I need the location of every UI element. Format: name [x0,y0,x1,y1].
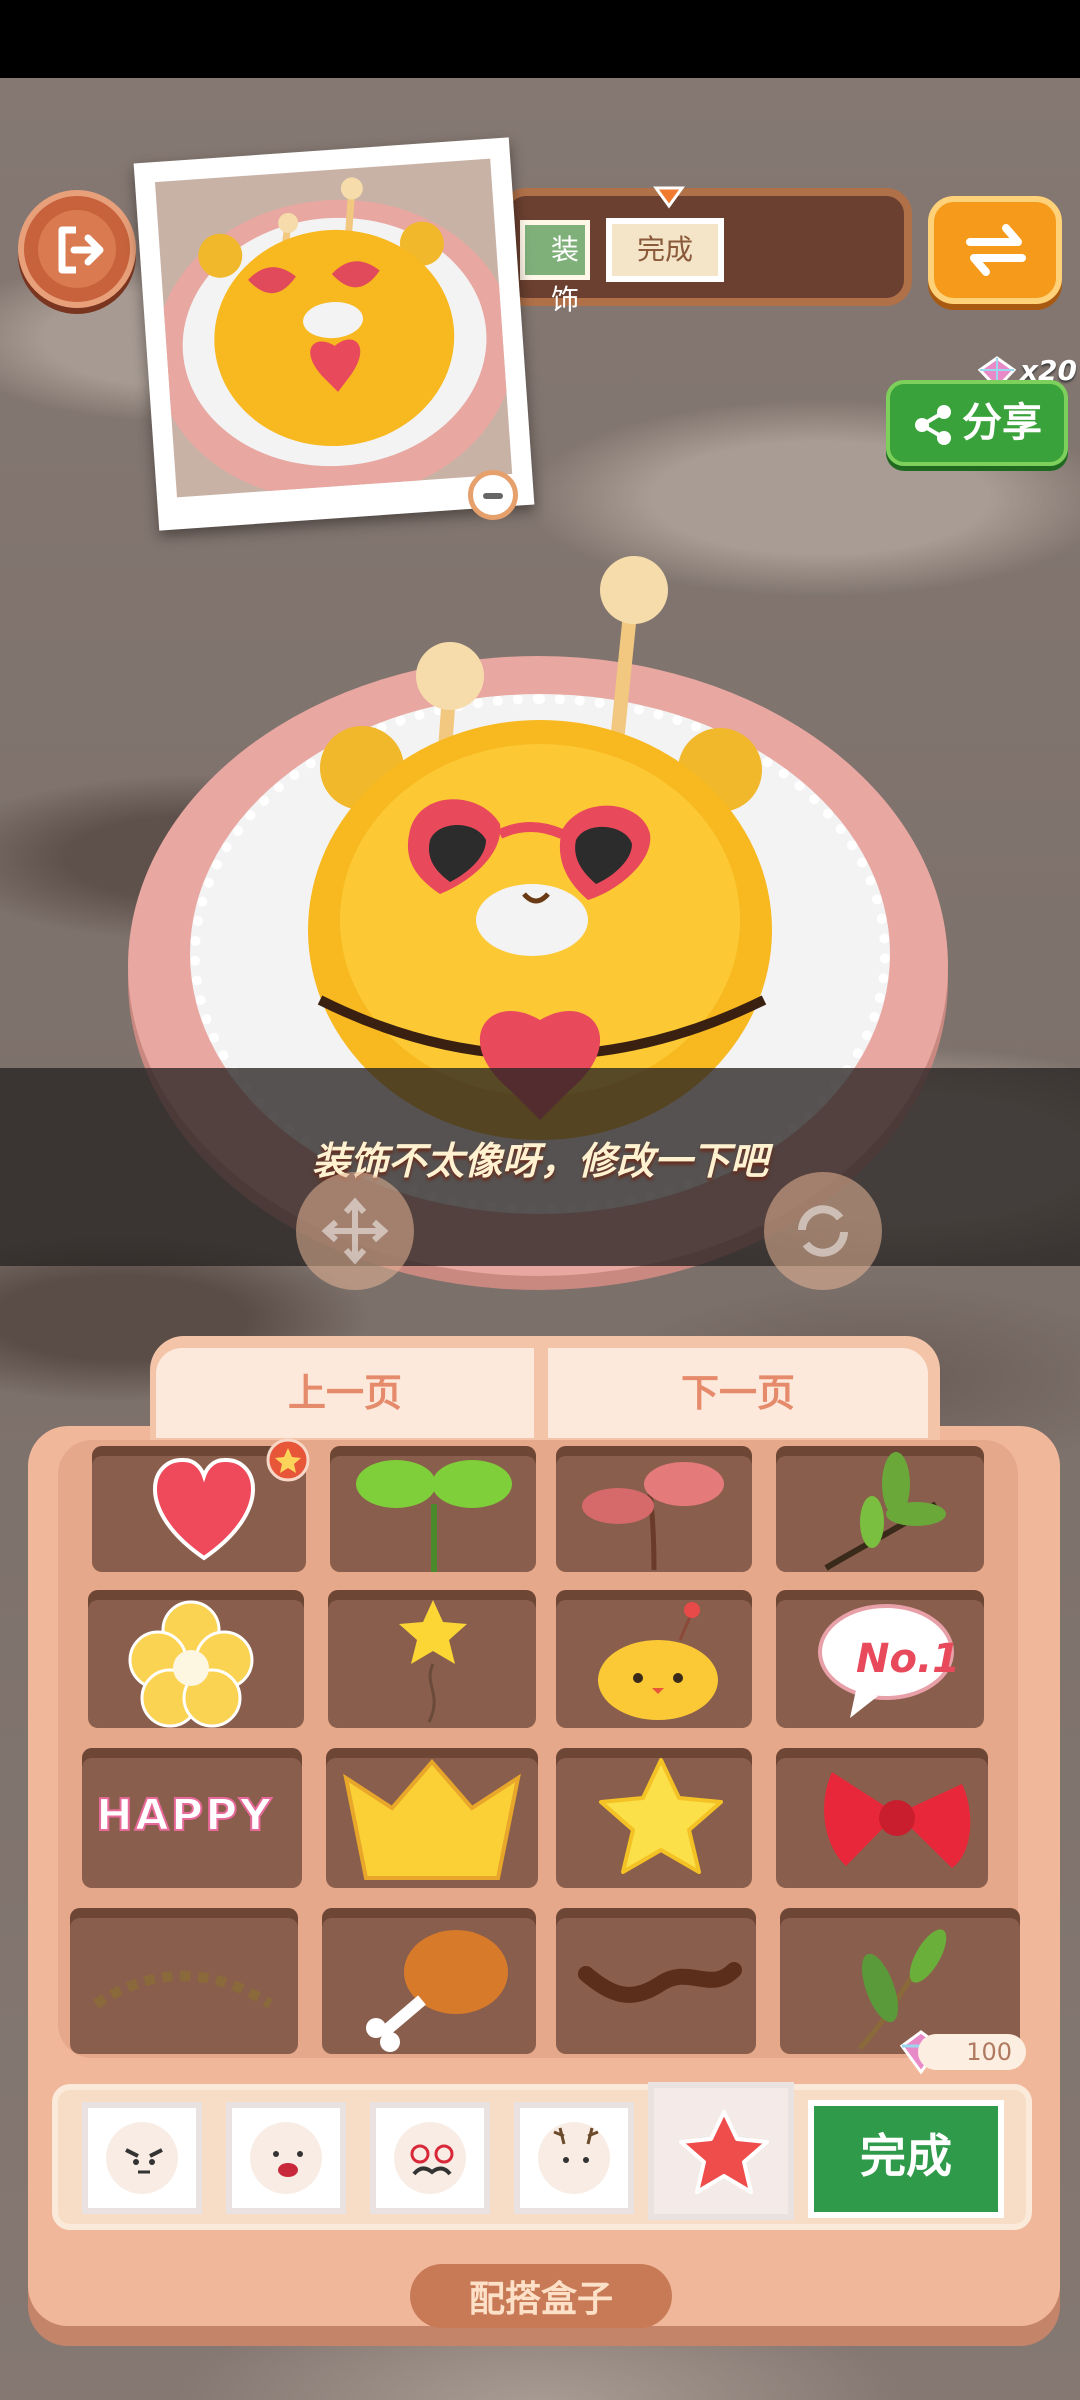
item-cell-chick[interactable] [556,1590,752,1728]
item-price: 100 [918,2034,1026,2070]
share-button[interactable]: 分享 [886,380,1068,466]
applied-face-antlers[interactable] [514,2102,634,2214]
rotate-icon [798,1205,848,1257]
left-antenna-ball [416,642,484,710]
red-star-icon [679,2110,769,2194]
applied-face-mustache[interactable] [370,2102,490,2214]
item-cell-star-balloon[interactable] [328,1590,536,1728]
angry-face-icon [125,2148,163,2174]
swap-arrows-icon [966,224,1026,276]
favorite-badge-icon [266,1438,310,1482]
item-cell-drumstick[interactable] [322,1908,536,2054]
drumstick-icon [366,1930,508,2052]
item-cell-crown[interactable] [326,1748,538,1888]
flower-icon [128,1600,254,1728]
item-cell-star[interactable] [556,1748,752,1888]
applied-face-angry[interactable] [82,2102,202,2214]
current-step-marker-icon [653,186,685,209]
item-cell-bow[interactable] [776,1748,988,1888]
eyelash-icon [93,1971,273,2009]
exit-icon [58,226,104,274]
done-button[interactable]: 完成 [808,2100,1004,2218]
happy-text-sticker: HAPPY [95,1789,274,1842]
step-done: 完成 [606,218,724,282]
applied-face-lips[interactable] [226,2102,346,2214]
minus-icon [483,493,503,499]
share-icon [915,405,951,445]
no1-text: No.1 [856,1636,960,1682]
reference-photo[interactable] [133,137,535,531]
move-arrows-icon [321,1197,389,1265]
heart-icon [153,1457,255,1561]
star-icon [599,1758,723,1874]
mustache-face-icon [410,2144,454,2176]
item-cell-heart[interactable] [92,1438,310,1572]
item-cell-sprout[interactable] [330,1446,536,1573]
branch-icon [824,1452,946,1571]
step-decorate: 装饰 [520,220,590,316]
bow-icon [824,1772,971,1868]
share-label: 分享 [962,400,1042,446]
lips-face-icon [273,2151,303,2177]
rotate-button[interactable] [764,1172,882,1290]
chick-icon [598,1602,718,1720]
star-balloon-icon [399,1600,467,1723]
chocolate-squiggle-icon [578,1962,742,2003]
crown-icon [343,1758,521,1880]
item-cell-red-sprout[interactable] [556,1446,752,1572]
item-cell-branch[interactable] [776,1446,984,1572]
antler-face-icon [553,2127,599,2163]
item-cell-chocolate[interactable] [556,1908,756,2054]
right-antenna-ball [600,556,668,624]
donut-hole [476,884,588,956]
swap-button[interactable] [928,196,1062,304]
step-decorate-label: 装饰 [550,233,579,316]
zoom-out-button[interactable] [468,470,518,520]
item-cell-no1[interactable]: No.1 [776,1590,984,1728]
red-sprout-icon [582,1462,724,1571]
next-page-tab[interactable]: 下一页 [548,1348,928,1438]
prev-page-tab[interactable]: 上一页 [156,1348,534,1438]
status-bar [0,0,1080,78]
reference-donut-image [155,177,513,498]
hint-message: 装饰不太像呀，修改一下吧 [311,1139,768,1183]
box-title: 配搭盒子 [468,2279,613,2320]
exit-button[interactable] [18,190,136,308]
item-cell-happy[interactable]: HAPPY [82,1748,302,1888]
item-cell-flower[interactable] [88,1590,304,1728]
item-cell-eyelash[interactable] [70,1908,298,2054]
move-button[interactable] [296,1172,414,1290]
sprout-icon [356,1460,512,1573]
applied-item-star-selected[interactable] [648,2082,794,2220]
